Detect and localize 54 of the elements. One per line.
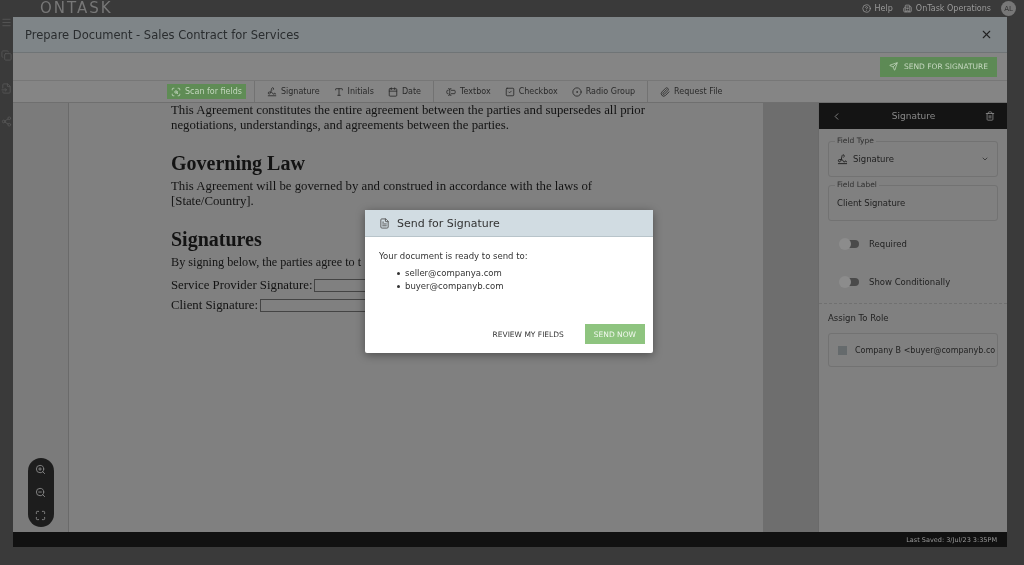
toolbar-button[interactable]: Request File [656,84,727,99]
toggle-switch[interactable] [841,278,859,286]
paragraph: By signing below, the parties agree to t [171,255,362,270]
signature-label: Client Signature: [171,297,259,313]
radio-icon [571,86,582,97]
window-title: Prepare Document - Sales Contract for Services [25,27,301,42]
trash-icon[interactable] [985,111,995,121]
dropdown-icon [981,155,989,163]
role-option[interactable]: Company B <buyer@companyb.co [828,333,998,367]
fit-icon[interactable] [35,510,46,521]
file-icon[interactable] [1,83,12,94]
toggle-switch[interactable] [841,240,859,248]
recipient-email: buyer@companyb.com [397,280,639,293]
checkbox-icon [504,86,515,97]
toolbar-button[interactable]: Scan for fields [167,84,246,99]
section-title: Assign To Role [828,313,890,323]
section-heading: Governing Law [171,151,306,175]
help-link[interactable]: Help [861,4,893,13]
dialog-title: Send for Signature [397,216,500,230]
share-icon[interactable] [1,116,12,127]
checkbox[interactable] [838,345,847,355]
text-icon [333,86,344,97]
org-link[interactable]: OnTask Operations [902,4,991,13]
signature-icon [837,153,848,165]
logo: ONTASK [40,0,114,17]
dialog-message: Your document is ready to send to: [379,251,529,261]
section-heading: Signatures [171,227,263,251]
close-icon[interactable] [980,28,993,41]
signature-label: Service Provider Signature: [171,277,313,293]
calendar-icon [387,86,398,97]
recipient-email: seller@companya.com [397,267,639,280]
scan-icon [171,86,181,97]
toolbar-button[interactable]: Initials [329,84,378,99]
zoom-out-icon[interactable] [35,487,46,498]
toggle-label: Show Conditionally [869,277,951,287]
document-icon [379,217,390,229]
zoom-in-icon[interactable] [35,464,46,475]
send-icon [888,62,898,71]
menu-icon[interactable] [1,17,12,28]
signature-icon [266,86,277,97]
help-icon [861,4,871,13]
toggle-label: Required [869,239,907,249]
toolbar-button[interactable]: Textbox [442,84,495,99]
textbox-icon [446,86,456,97]
paragraph: This Agreement constitutes the entire agreement between the parties and supersedes all prior negotiations, understandings, and agreements between the parties. [171,103,646,133]
paperclip-icon [660,86,671,97]
toolbar-button[interactable]: Checkbox [500,84,562,99]
building-icon [902,4,912,13]
panel-title: Signature [891,111,936,121]
toolbar-button[interactable]: Date [383,84,425,99]
paragraph: This Agreement will be governed by and construed in accordance with the laws of [State/Country]. [171,179,594,209]
toolbar-button[interactable]: Radio Group [567,84,640,99]
copy-icon[interactable] [1,50,12,61]
toolbar-button[interactable]: Signature [262,84,324,99]
